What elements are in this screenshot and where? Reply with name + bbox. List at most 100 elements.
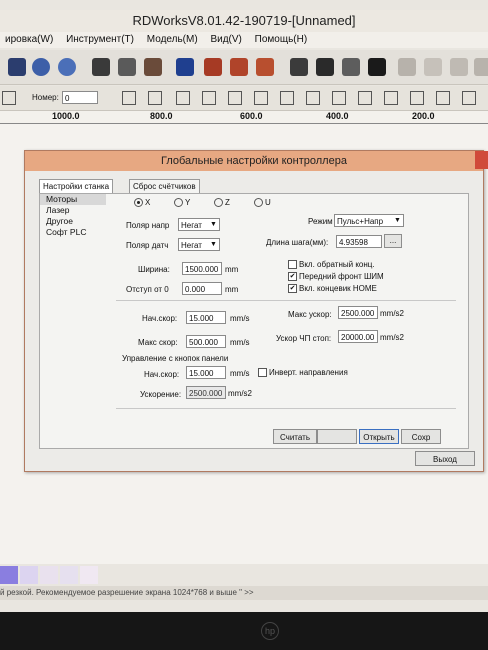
arrow-nw-icon[interactable] — [410, 91, 424, 105]
laser-icon[interactable] — [316, 58, 334, 76]
color-swatch[interactable] — [60, 566, 78, 584]
estop-accel-unit: mm/s2 — [380, 333, 404, 342]
same-size-icon[interactable] — [332, 91, 346, 105]
radio-off-icon — [254, 198, 263, 208]
radio-off-icon — [174, 198, 183, 208]
letter-m-icon[interactable] — [368, 58, 386, 76]
home-limit-checkbox[interactable]: ✔ Вкл. концевик HOME — [288, 284, 377, 294]
estop-accel-input[interactable]: 20000.00 — [338, 330, 378, 343]
step-length-label: Длина шага(мм): — [266, 238, 329, 247]
pen-icon[interactable] — [144, 58, 162, 76]
color-swatch[interactable] — [80, 566, 98, 584]
zoom-out-icon[interactable] — [58, 58, 76, 76]
number-input[interactable]: 0 — [62, 91, 98, 104]
max-speed-input[interactable]: 500.000 — [186, 335, 226, 348]
align-top-icon[interactable] — [202, 91, 216, 105]
axis-z-radio[interactable]: Z — [214, 198, 230, 208]
pwm-rising-edge-checkbox[interactable]: ✔ Передний фронт ШИМ — [288, 272, 384, 282]
max-accel-input[interactable]: 2500.000 — [338, 306, 378, 319]
ruler-tick: 400.0 — [326, 111, 349, 121]
color-swatch[interactable] — [20, 566, 38, 584]
mode-select[interactable]: Пульс+Напр ▼ — [334, 214, 404, 227]
axis-x-radio[interactable]: X — [134, 198, 150, 208]
arrow-se-icon[interactable] — [462, 91, 476, 105]
align-center-icon[interactable] — [148, 91, 162, 105]
align-icon[interactable] — [204, 58, 222, 76]
panel-start-speed-input[interactable]: 15.000 — [186, 366, 226, 379]
rectangle-icon[interactable] — [450, 58, 468, 76]
gear-icon[interactable] — [8, 58, 26, 76]
toggle-icon[interactable] — [2, 91, 16, 105]
tab-machine-settings[interactable]: Настройки станка — [39, 179, 114, 194]
category-other[interactable]: Другое — [40, 216, 106, 227]
start-speed-input[interactable]: 15.000 — [186, 311, 226, 324]
menu-item-view[interactable]: Вид(V) — [205, 32, 246, 48]
write-button[interactable] — [317, 429, 357, 444]
tab-reset-counters[interactable]: Сброс счётчиков — [129, 179, 200, 194]
ruler-tick: 600.0 — [240, 111, 263, 121]
align-bottom-icon[interactable] — [254, 91, 268, 105]
reverse-limit-checkbox[interactable]: Вкл. обратный конц. — [288, 260, 375, 270]
color-palette — [0, 566, 488, 584]
array-icon[interactable] — [256, 58, 274, 76]
node-edit-icon[interactable] — [118, 58, 136, 76]
max-accel-label: Макс ускор: — [288, 310, 332, 319]
axis-u-radio[interactable]: U — [254, 198, 271, 208]
save-button[interactable]: Сохр — [401, 429, 441, 444]
sensor-polarity-label: Поляр датч — [126, 241, 169, 250]
width-input[interactable]: 1500.000 — [182, 262, 222, 275]
exit-button[interactable]: Выход — [415, 451, 475, 466]
same-width-icon[interactable] — [280, 91, 294, 105]
space-h-icon[interactable] — [358, 91, 372, 105]
space-v-icon[interactable] — [384, 91, 398, 105]
radio-on-icon — [134, 198, 143, 208]
open-button[interactable]: Открыть — [359, 429, 399, 444]
zoom-in-icon[interactable] — [32, 58, 50, 76]
color-swatch[interactable] — [40, 566, 58, 584]
curve-icon[interactable] — [398, 58, 416, 76]
category-motors[interactable]: Моторы — [40, 194, 106, 205]
same-height-icon[interactable] — [306, 91, 320, 105]
ruler-tick: 1000.0 — [52, 111, 80, 121]
color-swatch[interactable] — [0, 566, 18, 584]
align-left-icon[interactable] — [122, 91, 136, 105]
monitor-icon[interactable] — [176, 58, 194, 76]
arrow-ne-icon[interactable] — [436, 91, 450, 105]
ruler-tick: 200.0 — [412, 111, 435, 121]
align-middle-icon[interactable] — [228, 91, 242, 105]
distribute-icon[interactable] — [230, 58, 248, 76]
max-accel-unit: mm/s2 — [380, 309, 404, 318]
panel-accel-input[interactable]: 2500.000 — [186, 386, 226, 399]
axis-y-radio[interactable]: Y — [174, 198, 190, 208]
controller-settings-dialog: Глобальные настройки контроллера Настрой… — [24, 150, 488, 472]
step-length-input[interactable]: 4.93598 — [336, 235, 382, 248]
offset-input[interactable]: 0.000 — [182, 282, 222, 295]
menu-item-model[interactable]: Модель(M) — [142, 32, 203, 48]
close-icon[interactable] — [475, 151, 488, 169]
divider — [116, 300, 456, 301]
more-tools-icon[interactable] — [474, 58, 488, 76]
sensor-polarity-select[interactable]: Негат ▼ — [178, 238, 220, 251]
menu-item-help[interactable]: Помощь(H) — [250, 32, 313, 48]
estop-accel-label: Ускор ЧП стоп: — [276, 334, 332, 343]
dialog-title: Глобальные настройки контроллера — [25, 151, 483, 171]
panel-section-label: Управление с кнопок панели — [122, 354, 229, 363]
menu-item-placement[interactable]: ировка(W) — [0, 32, 58, 48]
stop-icon[interactable] — [92, 58, 110, 76]
chevron-down-icon: ▼ — [394, 217, 401, 224]
read-button[interactable]: Считать — [273, 429, 317, 444]
category-laser[interactable]: Лазер — [40, 205, 106, 216]
tool-icon[interactable] — [342, 58, 360, 76]
menu-item-tools[interactable]: Инструмент(T) — [61, 32, 139, 48]
main-toolbar — [0, 50, 488, 85]
bmp-icon[interactable] — [424, 58, 442, 76]
checkbox-unchecked-icon — [288, 260, 297, 270]
align-right-icon[interactable] — [176, 91, 190, 105]
checkbox-unchecked-icon — [258, 368, 267, 378]
category-soft-plc[interactable]: Софт PLC — [40, 227, 106, 238]
camera-icon[interactable] — [290, 58, 308, 76]
dir-polarity-select[interactable]: Негат ▼ — [178, 218, 220, 231]
invert-direction-checkbox[interactable]: Инверт. направления — [258, 368, 348, 378]
step-calc-button[interactable]: ... — [384, 234, 402, 248]
mode-label: Режим — [308, 217, 333, 226]
